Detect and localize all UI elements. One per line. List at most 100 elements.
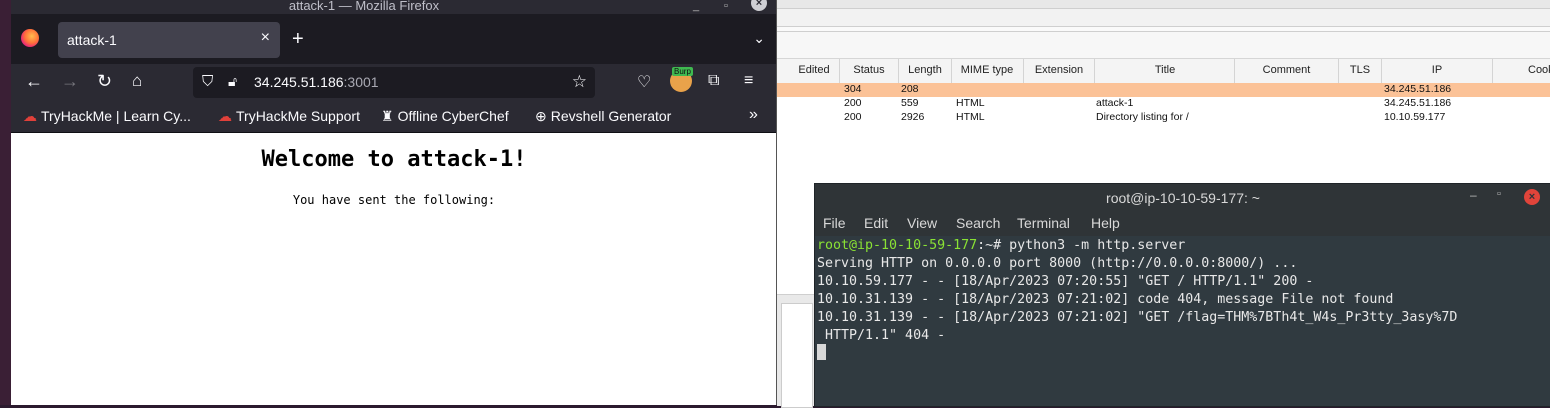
table-header: Edited Status Length MIME type Extension… [777, 59, 1550, 84]
terminal-line: 10.10.59.177 - - [18/Apr/2023 07:20:55] … [817, 274, 1314, 289]
url-text[interactable]: 34.245.51.186:3001 [254, 74, 379, 90]
cell-ip: 10.10.59.177 [1384, 111, 1446, 123]
minimize-icon[interactable]: – [1470, 188, 1477, 202]
bookmark-label: TryHackMe Support [236, 108, 360, 124]
home-icon[interactable]: ⌂ [132, 71, 142, 91]
bookmark-cyberchef[interactable]: ♜ Offline CyberChef [381, 108, 509, 125]
menu-icon[interactable]: ≡ [744, 72, 753, 90]
table-row[interactable]: 304 208 34.245.51.186 [777, 83, 1550, 97]
burp-extension-icon[interactable]: Burp [670, 67, 693, 92]
bookmark-tryhackme[interactable]: ☁ TryHackMe | Learn Cy... [23, 108, 191, 125]
cell-ip: 34.245.51.186 [1384, 83, 1452, 95]
cell-length: 2926 [901, 111, 925, 123]
pocket-icon[interactable]: ♡ [637, 72, 651, 92]
desktop-background [0, 0, 11, 405]
col-comment[interactable]: Comment [1235, 64, 1338, 76]
forward-icon[interactable]: → [61, 71, 79, 92]
bookmark-label: Offline CyberChef [397, 108, 509, 124]
page-heading: Welcome to attack-1! [261, 147, 527, 172]
terminal-titlebar: root@ip-10-10-59-177: ~ – ▫ × [815, 184, 1550, 212]
globe-icon: ⊕ [535, 108, 547, 124]
bookmark-tryhackme-support[interactable]: ☁ TryHackMe Support [218, 108, 360, 125]
cell-mime: HTML [956, 111, 985, 123]
cell-length: 208 [901, 83, 919, 95]
new-tab-button[interactable]: + [292, 28, 304, 51]
close-window-icon[interactable]: × [751, 0, 767, 11]
tab-title: attack-1 [67, 32, 117, 48]
cell-status: 304 [844, 83, 862, 95]
terminal-prompt: root@ip-10-10-59-177 [817, 238, 978, 253]
terminal-command: :~# python3 -m http.server [977, 238, 1186, 253]
bookmark-star-icon[interactable]: ☆ [572, 72, 587, 92]
maximize-icon[interactable]: ▫ [724, 0, 728, 12]
insecure-lock-icon[interactable]: 🔓︎ [228, 73, 237, 90]
window-title: attack-1 — Mozilla Firefox [288, 0, 440, 13]
cell-status: 200 [844, 97, 862, 109]
bookmark-label: TryHackMe | Learn Cy... [41, 108, 191, 124]
terminal-window: root@ip-10-10-59-177: ~ – ▫ × File Edit … [814, 183, 1550, 407]
col-extension[interactable]: Extension [1024, 64, 1094, 76]
menu-help[interactable]: Help [1091, 215, 1120, 231]
menu-view[interactable]: View [907, 215, 937, 231]
window-titlebar: attack-1 — Mozilla Firefox _ ▫ × [11, 0, 777, 14]
minimize-icon[interactable]: _ [693, 0, 699, 12]
terminal-output[interactable]: root@ip-10-10-59-177:~# python3 -m http.… [815, 236, 1550, 406]
terminal-line: 10.10.31.139 - - [18/Apr/2023 07:21:02] … [817, 310, 1458, 325]
burp-editor[interactable] [781, 303, 813, 408]
col-mime-type[interactable]: MIME type [952, 64, 1022, 76]
cell-status: 200 [844, 111, 862, 123]
bookmark-label: Revshell Generator [550, 108, 672, 124]
url-bar[interactable]: ⛉ 🔓︎ 34.245.51.186:3001 ☆ [193, 67, 595, 98]
close-icon[interactable]: × [1524, 189, 1540, 205]
terminal-line: root@ip-10-10-59-177:~# python3 -m http.… [817, 238, 1185, 253]
tab-attack-1[interactable]: attack-1 × [58, 22, 280, 58]
reload-icon[interactable]: ↻ [97, 71, 112, 92]
cell-mime: HTML [956, 97, 985, 109]
menu-terminal[interactable]: Terminal [1017, 215, 1070, 231]
window-border [776, 0, 777, 405]
cloud-icon: ☁ [23, 108, 37, 124]
tracking-shield-icon[interactable]: ⛉ [202, 73, 213, 90]
close-tab-icon[interactable]: × [261, 29, 270, 47]
bookmark-revshell[interactable]: ⊕ Revshell Generator [535, 108, 671, 125]
extensions-icon[interactable]: ⧉ [708, 72, 719, 90]
terminal-title: root@ip-10-10-59-177: ~ [1106, 190, 1260, 206]
col-cookies[interactable]: Cook [1528, 64, 1550, 76]
maximize-icon[interactable]: ▫ [1497, 188, 1501, 200]
terminal-menubar: File Edit View Search Terminal Help [815, 212, 1550, 236]
bookmarks-toolbar: ☁ TryHackMe | Learn Cy... ☁ TryHackMe Supp… [11, 102, 777, 133]
list-all-tabs-icon[interactable]: ⌄ [753, 30, 765, 47]
terminal-line: 10.10.31.139 - - [18/Apr/2023 07:21:02] … [817, 292, 1394, 307]
cloud-icon: ☁ [218, 108, 232, 124]
burp-toolbar [777, 0, 1550, 9]
back-icon[interactable]: ← [25, 71, 43, 92]
url-host: 34.245.51.186 [254, 74, 344, 90]
terminal-line: Serving HTTP on 0.0.0.0 port 8000 (http:… [817, 256, 1298, 271]
cell-title: Directory listing for / [1096, 111, 1189, 123]
chef-icon: ♜ [381, 108, 394, 124]
more-bookmarks-icon[interactable]: » [749, 106, 758, 124]
cell-ip: 34.245.51.186 [1384, 97, 1452, 109]
page-content: Welcome to attack-1! You have sent the f… [11, 133, 777, 405]
col-title[interactable]: Title [1095, 64, 1235, 76]
terminal-cursor [817, 344, 826, 360]
firefox-logo-icon[interactable] [21, 29, 39, 47]
url-port: :3001 [343, 74, 379, 90]
menu-edit[interactable]: Edit [864, 215, 888, 231]
menu-search[interactable]: Search [956, 215, 1000, 231]
col-tls[interactable]: TLS [1339, 64, 1381, 76]
firefox-window: attack-1 — Mozilla Firefox _ ▫ × attack-… [11, 0, 777, 405]
table-row[interactable]: 200 559 HTML attack-1 34.245.51.186 [777, 97, 1550, 111]
terminal-line: HTTP/1.1" 404 - [817, 328, 946, 343]
cell-length: 559 [901, 97, 919, 109]
page-text: You have sent the following: [292, 193, 496, 207]
table-row[interactable]: 200 2926 HTML Directory listing for / 10… [777, 111, 1550, 125]
tab-strip: attack-1 × + ⌄ [11, 14, 777, 64]
col-ip[interactable]: IP [1382, 64, 1492, 76]
col-edited[interactable]: Edited [790, 64, 838, 76]
menu-file[interactable]: File [823, 215, 846, 231]
burp-filter-bar[interactable] [777, 32, 1550, 59]
col-length[interactable]: Length [899, 64, 951, 76]
burp-badge: Burp [672, 67, 693, 76]
col-status[interactable]: Status [840, 64, 898, 76]
